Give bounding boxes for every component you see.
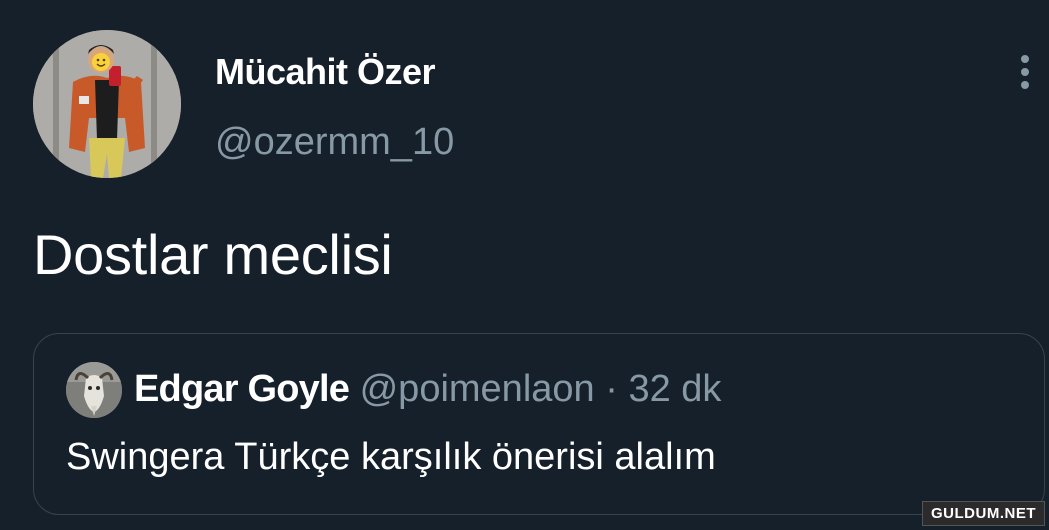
author-avatar[interactable]: [33, 30, 181, 178]
quoted-tweet-header: Edgar Goyle @poimenlaon · 32 dk: [134, 368, 721, 411]
goat-avatar-image: [66, 362, 122, 418]
quoted-tweet-text: Swingera Türkçe karşılık önerisi alalım: [66, 436, 716, 478]
quoted-separator: ·: [605, 368, 618, 410]
quoted-author-display-name[interactable]: Edgar Goyle: [134, 368, 350, 410]
quoted-timestamp[interactable]: 32 dk: [628, 368, 721, 410]
tweet-text: Dostlar meclisi: [33, 223, 393, 286]
quoted-author-handle[interactable]: @poimenlaon: [360, 368, 595, 410]
author-display-name[interactable]: Mücahit Özer: [215, 51, 436, 93]
quoted-author-avatar[interactable]: [66, 362, 122, 418]
tweet-page: Mücahit Özer @ozermm_10 Dostlar meclisi …: [0, 0, 1049, 530]
more-dot: [1021, 55, 1029, 63]
quoted-tweet-card[interactable]: Edgar Goyle @poimenlaon · 32 dk Swingera…: [33, 333, 1045, 515]
author-handle[interactable]: @ozermm_10: [215, 121, 454, 164]
more-vertical-icon[interactable]: [1012, 55, 1038, 95]
author-avatar-image: [33, 30, 181, 178]
more-dot: [1021, 68, 1029, 76]
more-dot: [1021, 81, 1029, 89]
site-watermark: GULDUM.NET: [922, 501, 1045, 526]
